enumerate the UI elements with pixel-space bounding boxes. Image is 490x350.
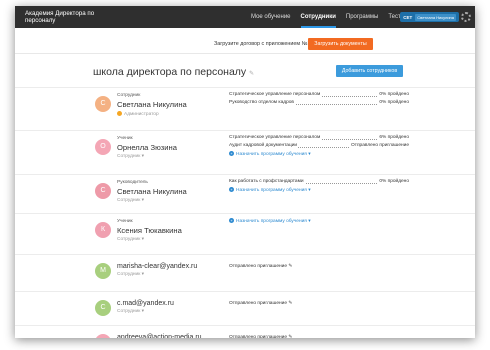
assign-program-label: Назначить программу обучения ▾ <box>236 218 311 224</box>
employee-row: К Ученик Ксения Тюкавкина Сотрудник ▾ + Назна… <box>15 213 475 253</box>
program-list: Как работать с профстандартами 0% пройден… <box>229 179 409 193</box>
program-progress-line[interactable]: Как работать с профстандартами 0% пройден… <box>229 179 409 187</box>
employee-role: Ученик <box>117 136 133 141</box>
assign-program-link[interactable]: + Назначить программу обучения ▾ <box>229 187 409 193</box>
employee-sub-label: Сотрудник ▾ <box>117 154 145 159</box>
employee-role: Руководитель <box>117 180 148 185</box>
avatar[interactable]: M <box>95 263 111 279</box>
avatar[interactable]: С <box>95 183 111 199</box>
contract-banner: Загрузите договор с приложением №1. Загр… <box>15 34 475 54</box>
program-status: 0% пройдено <box>378 100 409 105</box>
employee-name[interactable]: Светлана Никулина <box>117 100 187 109</box>
program-name: Руководство отделом кадров <box>229 100 295 105</box>
app-window: Академия Директора по персоналу Мое обуч… <box>15 6 475 338</box>
admin-badge: Администратор <box>117 111 159 117</box>
user-name: Светлана Никулина <box>415 13 456 21</box>
user-initials: СЕТ <box>403 14 413 20</box>
page-title-text: школа директора по персоналу <box>93 66 247 78</box>
employee-sub-label: Сотрудник ▾ <box>117 272 145 277</box>
employee-row: С Руководитель Светлана Никулина Сотрудник … <box>15 174 475 214</box>
nav-employees[interactable]: Сотрудники <box>300 6 336 28</box>
main-nav: Мое обучение Сотрудники Программы Тесты <box>251 6 415 28</box>
program-progress-line[interactable]: Руководство отделом кадров 0% пройдено <box>229 100 409 108</box>
employee-type-dropdown[interactable]: Сотрудник ▾ <box>117 237 144 242</box>
invitation-status[interactable]: Отправлено приглашение ✎ <box>229 301 292 306</box>
employee-name[interactable]: c.mad@yandex.ru <box>117 300 174 307</box>
assign-program-link[interactable]: + Назначить программу обучения ▾ <box>229 218 409 224</box>
brand-logo[interactable]: Академия Директора по персоналу <box>25 10 95 24</box>
banner-text: Загрузите договор с приложением №1. <box>214 41 312 47</box>
employee-sub-label: Администратор <box>124 111 159 117</box>
employee-role: Сотрудник <box>117 93 141 98</box>
program-list: Стратегическое управление персоналом 0% п… <box>229 92 409 108</box>
program-status: 6% пройдено <box>378 135 409 140</box>
assign-program-label: Назначить программу обучения ▾ <box>236 187 311 193</box>
upload-documents-button[interactable]: Загрузить документы <box>308 38 373 50</box>
employee-type-dropdown[interactable]: Сотрудник ▾ <box>117 154 144 159</box>
employee-name[interactable]: Орнелла Зюзина <box>117 143 177 152</box>
program-name: Стратегическое управление персоналом <box>229 92 322 97</box>
employee-sub-label: Сотрудник ▾ <box>117 237 145 242</box>
user-menu[interactable]: СЕТ Светлана Никулина <box>400 12 459 22</box>
program-name: Аудит кадровой документации <box>229 143 299 148</box>
employee-row: Mmarisha-clear@yandex.ru Сотрудник ▾ Отпра… <box>15 254 475 294</box>
plus-circle-icon: + <box>229 151 234 156</box>
edit-pencil-icon[interactable]: ✎ <box>249 71 254 77</box>
employee-name[interactable]: marisha-clear@yandex.ru <box>117 263 197 270</box>
nav-programs[interactable]: Программы <box>346 6 378 28</box>
avatar[interactable]: К <box>95 222 111 238</box>
employee-type-dropdown[interactable]: Сотрудник ▾ <box>117 198 144 203</box>
program-progress-line[interactable]: Стратегическое управление персоналом 0% п… <box>229 92 409 100</box>
plus-circle-icon: + <box>229 218 234 223</box>
employee-name[interactable]: andreeva@action-media.ru <box>117 334 202 338</box>
employee-row: О Ученик Орнелла Зюзина Сотрудник ▾ Стратеги… <box>15 130 475 170</box>
assign-program-link[interactable]: + Назначить программу обучения ▾ <box>229 151 409 157</box>
program-status: 0% пройдено <box>378 92 409 97</box>
invitation-status[interactable]: Отправлено приглашение ✎ <box>229 335 292 338</box>
employee-name[interactable]: Светлана Никулина <box>117 187 187 196</box>
nav-my-learning[interactable]: Мое обучение <box>251 6 291 28</box>
top-navbar: Академия Директора по персоналу Мое обуч… <box>15 6 475 28</box>
program-name: Стратегическое управление персоналом <box>229 135 322 140</box>
employee-sub-label: Сотрудник ▾ <box>117 309 145 314</box>
avatar[interactable]: C <box>95 300 111 316</box>
add-employees-button[interactable]: Добавить сотрудников <box>336 65 403 77</box>
employee-type-dropdown[interactable]: Сотрудник ▾ <box>117 272 144 277</box>
avatar[interactable]: О <box>95 139 111 155</box>
employee-row: С Сотрудник Светлана Никулина Администратор… <box>15 87 475 127</box>
program-name: Как работать с профстандартами <box>229 179 305 184</box>
invitation-status[interactable]: Отправлено приглашение ✎ <box>229 264 292 269</box>
employee-row: Юandreeva@action-media.ruСотрудник ▾Отпр… <box>15 325 475 338</box>
settings-gear-icon[interactable] <box>461 12 471 22</box>
avatar[interactable]: С <box>95 96 111 112</box>
employee-name[interactable]: Ксения Тюкавкина <box>117 226 182 235</box>
employee-sub-label: Сотрудник ▾ <box>117 198 145 203</box>
admin-star-icon <box>117 111 122 116</box>
program-progress-line[interactable]: Стратегическое управление персоналом 6% п… <box>229 135 409 143</box>
employee-role: Ученик <box>117 219 133 224</box>
program-status: Отправлено приглашение <box>350 143 409 148</box>
assign-program-label: Назначить программу обучения ▾ <box>236 151 311 157</box>
program-progress-line[interactable]: Аудит кадровой документации Отправлено пр… <box>229 143 409 151</box>
program-list: Стратегическое управление персоналом 6% п… <box>229 135 409 157</box>
plus-circle-icon: + <box>229 187 234 192</box>
page-title: школа директора по персоналу ✎ <box>93 66 254 78</box>
program-list: + Назначить программу обучения ▾ <box>229 218 409 224</box>
program-status: 0% пройдено <box>378 179 409 184</box>
avatar[interactable]: Ю <box>95 334 111 338</box>
employee-type-dropdown[interactable]: Сотрудник ▾ <box>117 309 144 314</box>
